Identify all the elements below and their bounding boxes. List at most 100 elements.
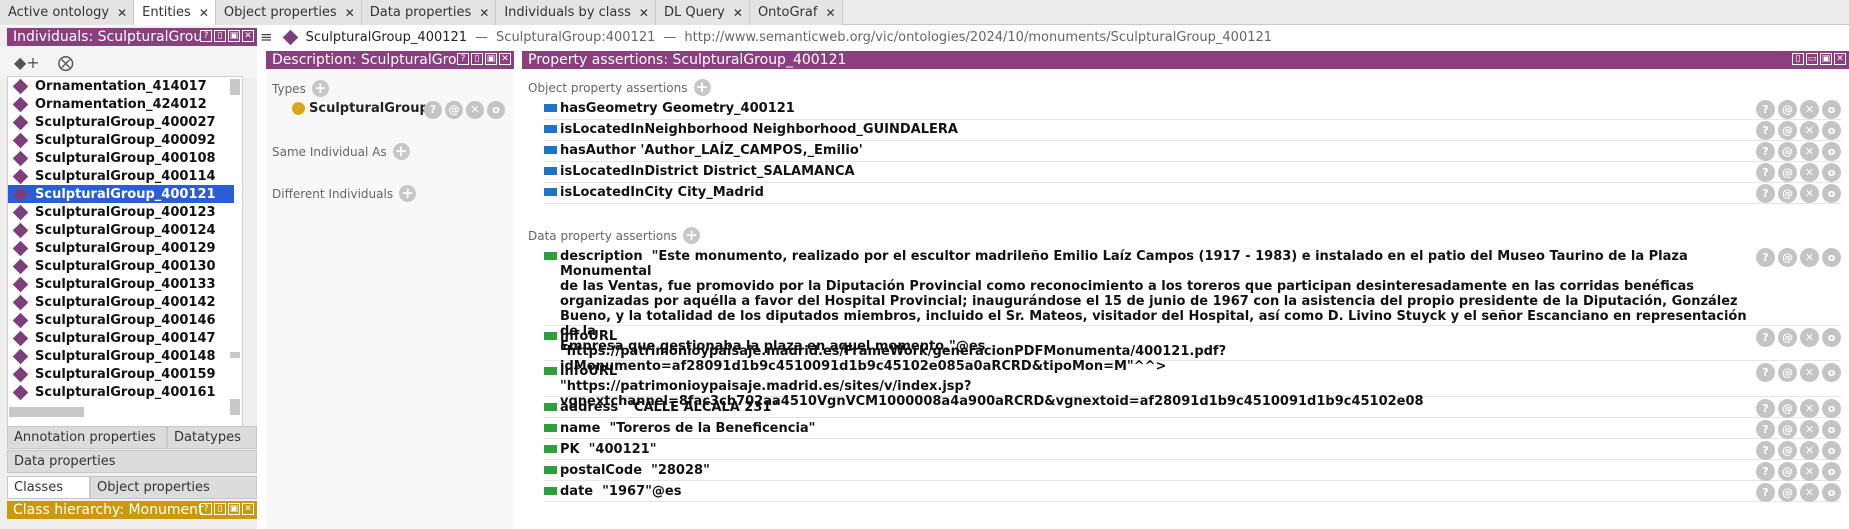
tab-object-properties-left[interactable]: Object properties xyxy=(90,476,257,499)
scroll-thumb[interactable] xyxy=(9,407,84,417)
individual-list-item[interactable]: SculpturalGroup_400130 xyxy=(8,257,234,275)
tab-datatypes[interactable]: Datatypes xyxy=(167,426,257,449)
tab-annotation-properties[interactable]: Annotation properties xyxy=(7,426,167,449)
individual-list-item[interactable]: SculpturalGroup_400108 xyxy=(8,149,234,167)
annotate-icon[interactable]: @ xyxy=(1778,420,1797,439)
individual-list-item[interactable]: SculpturalGroup_400124 xyxy=(8,221,234,239)
edit-icon[interactable]: o xyxy=(1822,462,1841,481)
individual-list-item[interactable]: Ornamentation_424012 xyxy=(8,95,234,113)
explain-icon[interactable]: ? xyxy=(1756,420,1775,439)
tab-ontograf[interactable]: OntoGraf ✕ xyxy=(749,0,843,25)
individual-list-item[interactable]: SculpturalGroup_400027 xyxy=(8,113,234,131)
individual-list-item[interactable]: Ornamentation_414017 xyxy=(8,77,234,95)
tab-dl-query[interactable]: DL Query ✕ xyxy=(655,0,750,25)
object-assertion-row[interactable]: isLocatedInCity City_Madrid? @ ✕ o xyxy=(544,183,1841,204)
explain-icon[interactable]: ? xyxy=(1756,328,1775,347)
split-icon[interactable]: ▯ xyxy=(214,30,226,42)
annotate-icon[interactable]: @ xyxy=(1778,121,1797,140)
tab-object-properties[interactable]: Object properties ✕ xyxy=(215,0,362,25)
annotate-icon[interactable]: @ xyxy=(1778,163,1797,182)
individual-list-item[interactable]: SculpturalGroup_400121 xyxy=(8,185,234,203)
horizontal-scrollbar[interactable] xyxy=(9,407,224,417)
edit-icon[interactable]: o xyxy=(1822,328,1841,347)
edit-icon[interactable]: o xyxy=(1822,363,1841,382)
individual-list-item[interactable]: SculpturalGroup_400129 xyxy=(8,239,234,257)
individuals-list[interactable]: Ornamentation_414017 Ornamentation_424012… xyxy=(7,76,243,430)
delete-icon[interactable]: ✕ xyxy=(1800,399,1819,418)
delete-icon[interactable]: ✕ xyxy=(1800,363,1819,382)
annotate-icon[interactable]: @ xyxy=(1778,462,1797,481)
edit-icon[interactable]: o xyxy=(487,101,505,119)
delete-icon[interactable]: ✕ xyxy=(1800,121,1819,140)
individual-list-item[interactable]: SculpturalGroup_400092 xyxy=(8,131,234,149)
edit-icon[interactable]: o xyxy=(1822,420,1841,439)
close-icon[interactable]: ✕ xyxy=(345,6,355,20)
edit-icon[interactable]: o xyxy=(1822,121,1841,140)
help-icon[interactable]: ? xyxy=(457,53,469,65)
explain-icon[interactable]: ? xyxy=(1756,441,1775,460)
annotate-icon[interactable]: @ xyxy=(1778,483,1797,502)
close-icon[interactable]: ✕ xyxy=(242,30,254,42)
delete-icon[interactable]: ✕ xyxy=(1800,142,1819,161)
delete-individual-icon[interactable]: ⨂ xyxy=(58,53,74,72)
annotate-icon[interactable]: @ xyxy=(1778,142,1797,161)
edit-icon[interactable]: o xyxy=(1822,441,1841,460)
explain-icon[interactable]: ? xyxy=(1756,142,1775,161)
help-icon[interactable]: ? xyxy=(200,503,212,515)
tab-active-ontology[interactable]: Active ontology ✕ xyxy=(0,0,135,25)
object-assertion-row[interactable]: isLocatedInDistrict District_SALAMANCA? @… xyxy=(544,162,1841,183)
split-icon[interactable]: ▯ xyxy=(471,53,483,65)
object-assertion-row[interactable]: hasGeometry Geometry_400121? @ ✕ o xyxy=(544,99,1841,120)
explain-icon[interactable]: ? xyxy=(1756,121,1775,140)
data-assertion-row[interactable]: address "CALLE ALCALA 231"? @ ✕ o xyxy=(544,398,1841,418)
delete-icon[interactable]: ✕ xyxy=(1800,100,1819,119)
individual-list-item[interactable]: SculpturalGroup_400159 xyxy=(8,365,234,383)
explain-icon[interactable]: ? xyxy=(424,101,442,119)
tab-individuals-by-class[interactable]: Individuals by class ✕ xyxy=(496,0,656,25)
add-type-button[interactable]: + xyxy=(311,80,329,97)
delete-icon[interactable]: ✕ xyxy=(466,101,484,119)
object-assertion-row[interactable]: isLocatedInNeighborhood Neighborhood_GUI… xyxy=(544,120,1841,141)
close-icon[interactable]: ✕ xyxy=(1834,53,1846,65)
explain-icon[interactable]: ? xyxy=(1756,163,1775,182)
delete-icon[interactable]: ✕ xyxy=(1800,184,1819,203)
explain-icon[interactable]: ? xyxy=(1756,483,1775,502)
data-assertion-row[interactable]: PK "400121"? @ ✕ o xyxy=(544,440,1841,460)
individual-list-item[interactable]: SculpturalGroup_400161 xyxy=(8,383,234,401)
edit-icon[interactable]: o xyxy=(1822,483,1841,502)
type-entry[interactable]: SculpturalGroup xyxy=(292,101,425,116)
annotate-icon[interactable]: @ xyxy=(1778,100,1797,119)
object-assertion-row[interactable]: hasAuthor 'Author_LAÍZ_CAMPOS,_Emilio'? @… xyxy=(544,141,1841,162)
tab-classes[interactable]: Classes xyxy=(7,476,90,499)
explain-icon[interactable]: ? xyxy=(1756,248,1775,267)
edit-icon[interactable]: o xyxy=(1822,184,1841,203)
explain-icon[interactable]: ? xyxy=(1756,462,1775,481)
annotate-icon[interactable]: @ xyxy=(1778,328,1797,347)
annotate-icon[interactable]: @ xyxy=(1778,184,1797,203)
data-assertion-row[interactable]: name "Toreros de la Beneficencia"? @ ✕ o xyxy=(544,419,1841,439)
data-assertion-row[interactable]: infoURL "https://patrimonioypaisaje.madr… xyxy=(544,362,1841,409)
delete-icon[interactable]: ✕ xyxy=(1800,420,1819,439)
menu-icon[interactable]: ≡ xyxy=(260,28,273,46)
tab-data-properties-left[interactable]: Data properties xyxy=(7,450,257,473)
individual-list-item[interactable]: SculpturalGroup_400114 xyxy=(8,167,234,185)
maximize-icon[interactable]: ▣ xyxy=(228,503,240,515)
annotate-icon[interactable]: @ xyxy=(1778,363,1797,382)
data-assertion-row[interactable]: description "Este monumento, realizado p… xyxy=(544,247,1841,354)
close-icon[interactable]: ✕ xyxy=(199,6,209,20)
split-icon[interactable]: ▯ xyxy=(1792,53,1804,65)
individual-list-item[interactable]: SculpturalGroup_400133 xyxy=(8,275,234,293)
delete-icon[interactable]: ✕ xyxy=(1800,441,1819,460)
scroll-thumb-lower[interactable] xyxy=(230,399,240,415)
data-assertion-row[interactable]: postalCode "28028"? @ ✕ o xyxy=(544,461,1841,481)
delete-icon[interactable]: ✕ xyxy=(1800,483,1819,502)
delete-icon[interactable]: ✕ xyxy=(1800,163,1819,182)
scroll-thumb[interactable] xyxy=(230,79,240,95)
add-object-assertion-button[interactable]: + xyxy=(693,79,711,96)
vertical-scrollbar[interactable] xyxy=(230,79,240,419)
add-individual-icon[interactable]: ◆+ xyxy=(14,53,40,72)
split-icon[interactable]: ▯ xyxy=(214,503,226,515)
tab-data-properties[interactable]: Data properties ✕ xyxy=(361,0,497,25)
add-different-individual-button[interactable]: + xyxy=(399,185,417,202)
delete-icon[interactable]: ✕ xyxy=(1800,248,1819,267)
